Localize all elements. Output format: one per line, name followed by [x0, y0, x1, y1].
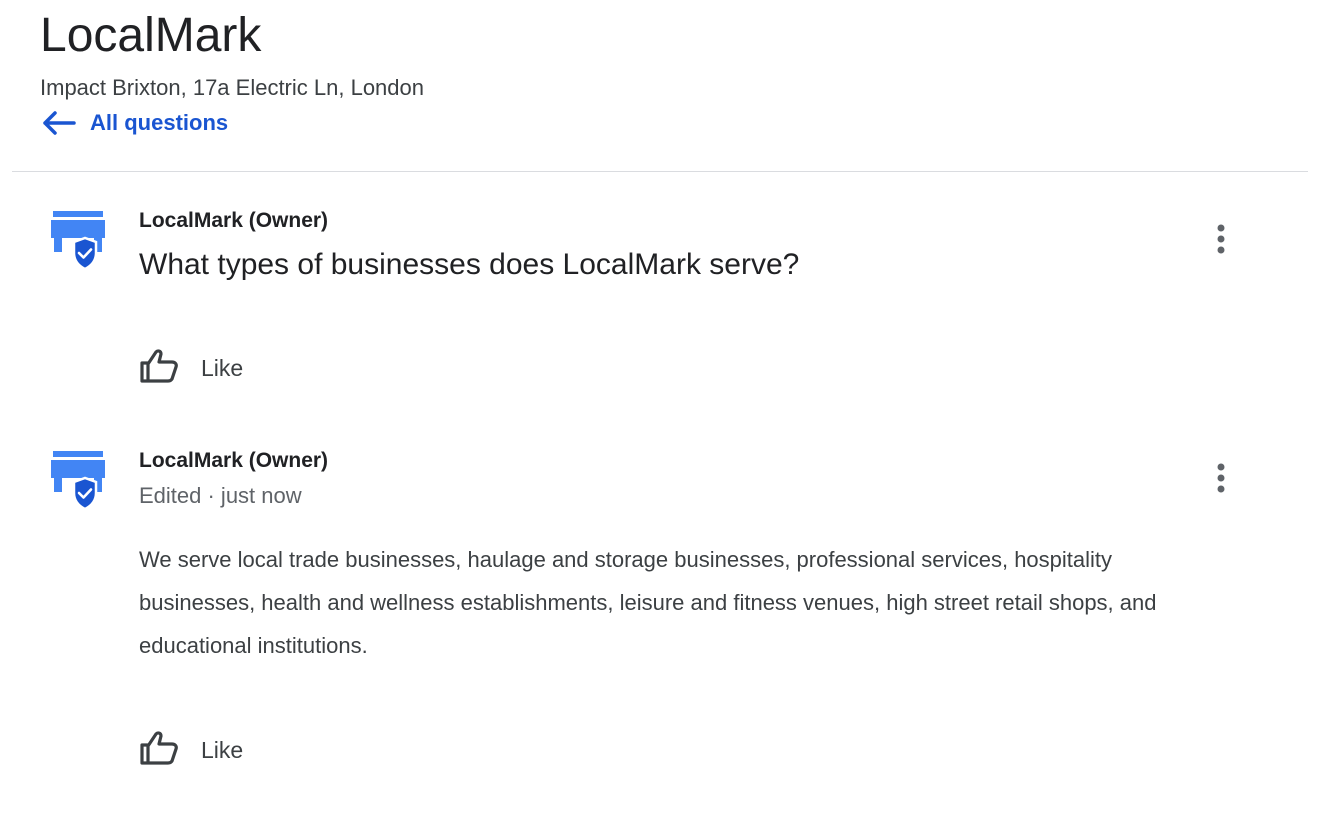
answer-like-label: Like [201, 736, 244, 763]
all-questions-label: All questions [90, 110, 229, 135]
answer-text: We serve local trade businesses, haulage… [139, 547, 1157, 658]
question-like-button[interactable]: Like [139, 348, 243, 388]
answer-like-button[interactable]: Like [139, 730, 243, 770]
header-divider [12, 171, 1308, 172]
more-vert-icon [1216, 462, 1226, 499]
answer-meta: Edited · just now [139, 483, 302, 508]
question-more-options-button[interactable] [1205, 219, 1237, 263]
question-like-label: Like [201, 354, 244, 381]
answer-more-options-button[interactable] [1205, 458, 1237, 502]
business-address: Impact Brixton, 17a Electric Ln, London [40, 75, 424, 100]
all-questions-link[interactable]: All questions [40, 108, 228, 138]
business-title: LocalMark [40, 9, 262, 62]
verified-storefront-icon [48, 208, 108, 278]
arrow-left-icon [40, 110, 76, 136]
verified-storefront-icon [48, 448, 108, 518]
more-vert-icon [1216, 223, 1226, 260]
answer-author: LocalMark (Owner) [139, 449, 329, 472]
question-author: LocalMark (Owner) [139, 209, 329, 232]
question-text: What types of businesses does LocalMark … [139, 248, 800, 281]
thumb-up-icon [139, 730, 179, 770]
thumb-up-icon [139, 348, 179, 388]
